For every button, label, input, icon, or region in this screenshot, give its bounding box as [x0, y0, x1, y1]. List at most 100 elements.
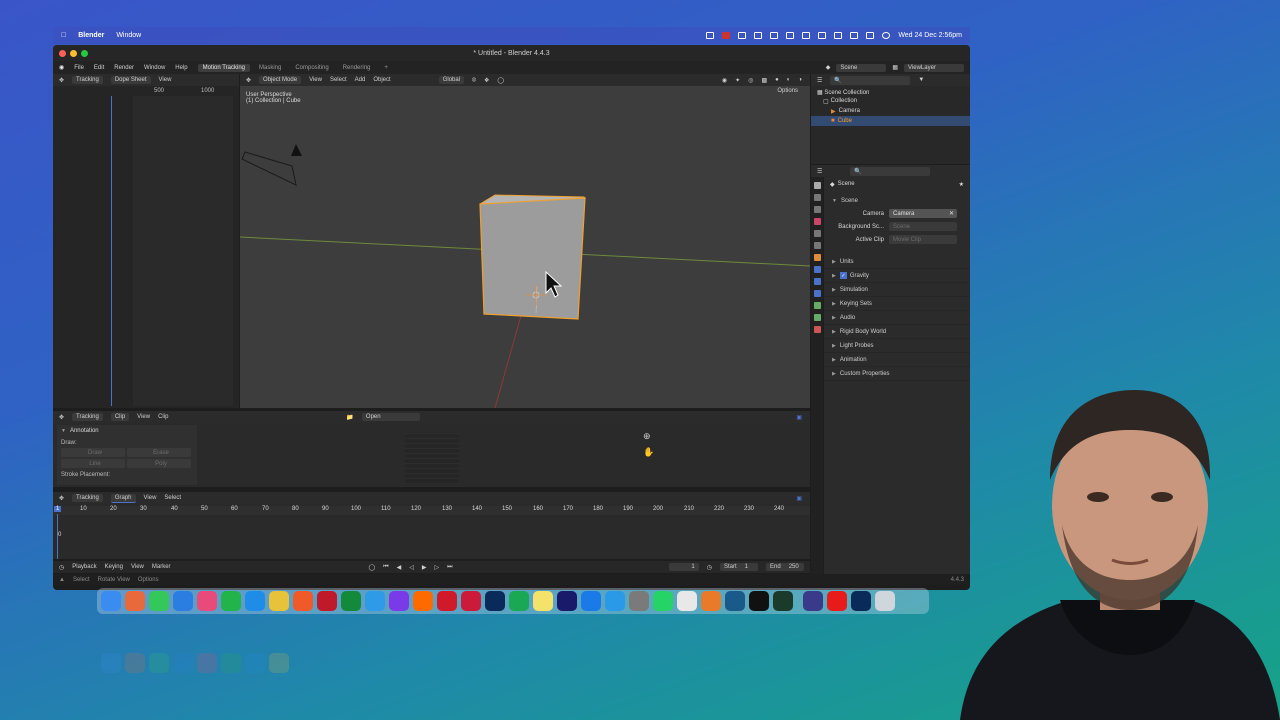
camera-field[interactable]: Camera ✕ — [889, 209, 957, 218]
acrobat-icon[interactable] — [827, 591, 847, 611]
erase-tool-button[interactable]: Erase — [127, 448, 191, 457]
graph-gizmo-icon[interactable]: ▣ — [796, 495, 802, 502]
keying-menu[interactable]: Keying — [105, 564, 123, 570]
messages-icon[interactable] — [149, 591, 169, 611]
proportional-edit-icon[interactable]: ◯ — [497, 77, 504, 84]
graph-editor-type-icon[interactable]: ✥ — [59, 495, 64, 502]
current-frame-badge[interactable]: 1 — [54, 506, 62, 512]
menu-file[interactable]: File — [74, 65, 84, 71]
windows-app-icon[interactable] — [581, 591, 601, 611]
dopesheet-view-menu[interactable]: View — [159, 77, 172, 83]
start-frame-field[interactable]: Start 1 — [720, 563, 758, 571]
gizmo-icon[interactable]: ✦ — [735, 77, 740, 84]
outliner-row[interactable]: ■ Cube — [811, 116, 970, 126]
record-icon[interactable] — [722, 32, 731, 39]
transform-orientation-dropdown[interactable]: Global — [438, 76, 465, 84]
properties-editor-icon[interactable]: ☰ — [817, 168, 822, 175]
blender-icon[interactable] — [701, 591, 721, 611]
outliner-row[interactable]: ▦ Scene Collection — [811, 86, 970, 96]
dopesheet-mode-dropdown[interactable]: Dope Sheet — [110, 76, 151, 84]
timer-icon[interactable] — [770, 32, 779, 39]
whatsapp-icon[interactable] — [653, 591, 673, 611]
outliner-row[interactable]: ▢ Collection — [811, 96, 970, 106]
keyboard-icon[interactable] — [802, 32, 811, 39]
clip-mode-dropdown[interactable]: Clip — [110, 413, 130, 421]
photoshop-icon[interactable] — [485, 591, 505, 611]
dopesheet-tracking-dropdown[interactable]: Tracking — [72, 76, 103, 84]
data-tab-icon[interactable] — [813, 314, 821, 321]
freeform-icon[interactable] — [677, 591, 697, 611]
brave-icon[interactable] — [293, 591, 313, 611]
timeline-view-menu[interactable]: View — [131, 564, 144, 570]
activity-monitor-icon[interactable] — [773, 591, 793, 611]
clip-editor-area[interactable]: ▼ Annotation Draw: Draw Erase Line Poly … — [53, 423, 810, 487]
clip-clip-menu[interactable]: Clip — [158, 414, 168, 420]
notes-icon[interactable] — [533, 591, 553, 611]
add-workspace-button[interactable]: + — [379, 64, 393, 72]
line-tool-button[interactable]: Line — [61, 459, 125, 468]
app-store-icon[interactable] — [605, 591, 625, 611]
outliner-row[interactable]: ▶ Camera — [811, 106, 970, 116]
menubar-clock[interactable]: Wed 24 Dec 2:56pm — [898, 32, 962, 39]
trash-icon[interactable] — [875, 591, 895, 611]
search-icon[interactable] — [850, 32, 859, 39]
tool-tab-icon[interactable] — [813, 182, 821, 189]
downloads-folder-icon[interactable] — [803, 591, 823, 611]
photos-icon[interactable] — [197, 591, 217, 611]
outliner-editor-icon[interactable]: ☰ — [817, 77, 822, 84]
viewport-options[interactable]: Options — [777, 88, 798, 94]
simulation-panel[interactable]: ▶ Simulation — [824, 283, 970, 297]
viewport-add-menu[interactable]: Add — [355, 77, 366, 83]
scene-panel-header[interactable]: ▼ Scene — [824, 194, 970, 207]
zoom-window-button[interactable] — [81, 50, 88, 57]
facetime-icon[interactable] — [221, 591, 241, 611]
light-probes-panel[interactable]: ▶ Light Probes — [824, 339, 970, 353]
menubar-window[interactable]: Window — [116, 32, 141, 39]
graph-area[interactable]: 1 10 20 30 40 50 60 70 80 90 100 110 120… — [53, 504, 810, 559]
opera-browser-icon[interactable] — [437, 591, 457, 611]
collection-tab-icon[interactable] — [813, 242, 821, 249]
world-tab-icon[interactable] — [813, 230, 821, 237]
particles-tab-icon[interactable] — [813, 278, 821, 285]
shading-rendered-icon[interactable]: ◑ — [798, 77, 802, 83]
active-clip-field[interactable]: Movie Clip — [889, 235, 957, 244]
visibility-icon[interactable]: ◉ — [722, 77, 727, 84]
viewport-object-menu[interactable]: Object — [373, 77, 390, 83]
constraints-tab-icon[interactable] — [813, 302, 821, 309]
scene-tab-icon[interactable] — [813, 218, 821, 225]
jump-next-key-icon[interactable]: ▷ — [435, 564, 440, 571]
wifi-icon[interactable] — [834, 32, 843, 39]
view-layer-selector[interactable]: ViewLayer — [904, 63, 964, 72]
snap-icon[interactable]: ❖ — [484, 77, 489, 84]
overlay-icon[interactable]: ◎ — [748, 77, 753, 84]
premiere-icon[interactable] — [557, 591, 577, 611]
units-panel[interactable]: ▶ Units — [824, 255, 970, 269]
system-settings-icon[interactable] — [629, 591, 649, 611]
editor-type-icon[interactable]: ✥ — [59, 77, 64, 84]
graph-tracking-dropdown[interactable]: Tracking — [72, 494, 103, 502]
safari-icon[interactable] — [245, 591, 265, 611]
grid-icon[interactable] — [706, 32, 715, 39]
end-frame-field[interactable]: End 250 — [766, 563, 804, 571]
gravity-panel[interactable]: ▶ ✓ Gravity — [824, 269, 970, 283]
close-window-button[interactable] — [59, 50, 66, 57]
play-icon[interactable]: ▶ — [422, 564, 427, 571]
apple-icon[interactable]:  — [61, 32, 66, 39]
render-tab-icon[interactable] — [813, 194, 821, 201]
graph-view-menu[interactable]: View — [144, 495, 157, 501]
arc-icon[interactable] — [389, 591, 409, 611]
material-tab-icon[interactable] — [813, 326, 821, 333]
opera-icon[interactable] — [317, 591, 337, 611]
scene-selector[interactable]: Scene — [836, 63, 887, 72]
vivaldi-icon[interactable] — [461, 591, 481, 611]
playback-menu[interactable]: Playback — [72, 564, 96, 570]
jump-prev-key-icon[interactable]: ◀ — [397, 564, 402, 571]
background-scene-field[interactable]: Scene — [889, 222, 957, 231]
menu-window[interactable]: Window — [144, 65, 165, 71]
rigid-body-world-panel[interactable]: ▶ Rigid Body World — [824, 325, 970, 339]
audio-panel[interactable]: ▶ Audio — [824, 311, 970, 325]
current-frame-field[interactable]: 1 — [668, 563, 699, 571]
cursor-app-icon[interactable] — [509, 591, 529, 611]
jump-end-icon[interactable]: ⏭ — [447, 564, 452, 571]
menu-render[interactable]: Render — [114, 65, 134, 71]
